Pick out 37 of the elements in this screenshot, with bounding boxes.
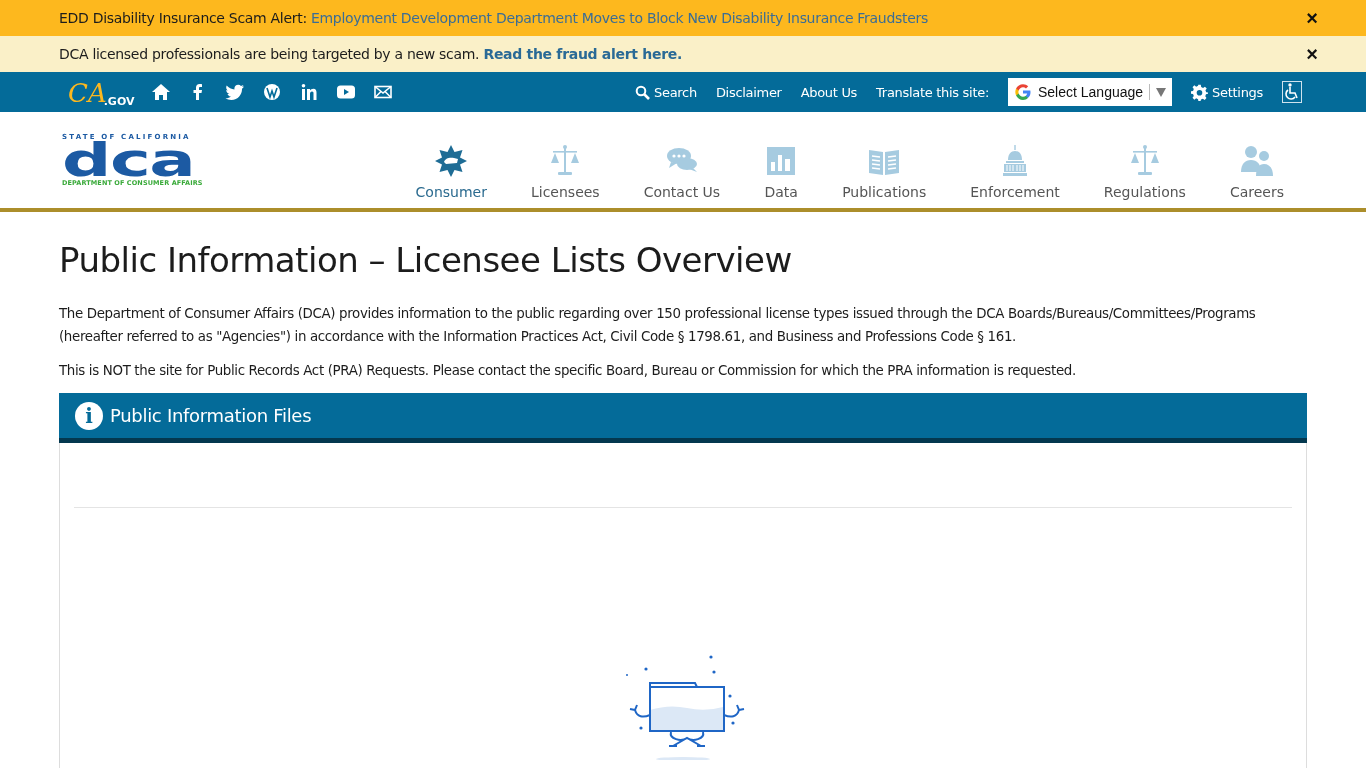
nav-tab[interactable]: Regulations: [1081, 144, 1208, 200]
nav-tab[interactable]: Consumer: [393, 144, 509, 200]
nav-tab[interactable]: Enforcement: [948, 144, 1082, 200]
close-button[interactable]: ×: [1302, 8, 1322, 28]
translate-label: Translate this site:: [876, 84, 989, 100]
caret-icon: [1156, 87, 1167, 97]
paragraph: The Department of Consumer Affairs (DCA) provides information to the public regarding over 150 professional license types issued through the DCA Boards/Bureaus/Committees/Programs (hereafter referred to as "Agencies") in accordance with the Information Practices Act, Civil Code § 1798.61, and Business and Professions Code § 161.: [59, 305, 1257, 346]
g-logo-icon: [1014, 83, 1032, 101]
paragraph: This is NOT the site for Public Records Act (PRA) Requests. Please contact the specific Board, Bureau or Commission for which the PRA information is requested.: [59, 362, 1077, 380]
panel-title: Public Information Files: [110, 405, 312, 426]
nav-tab[interactable]: Careers: [1207, 144, 1306, 200]
people-icon: [1239, 144, 1274, 178]
info-icon: i: [75, 401, 103, 430]
nav-tab[interactable]: Publications: [820, 144, 949, 200]
twitter-icon[interactable]: [225, 83, 246, 101]
youtube-icon[interactable]: [336, 83, 357, 101]
alert-message: EDD Disability Insurance Scam Alert: Employment Development Department Moves to Block New Disability Insurance Fraudsters: [59, 10, 928, 26]
home-icon[interactable]: [151, 83, 172, 101]
alert-link[interactable]: Read the fraud alert here.: [483, 46, 682, 62]
settings-link[interactable]: Settings: [1191, 83, 1263, 101]
nav-tab[interactable]: Contact Us: [621, 144, 743, 200]
email-icon[interactable]: [373, 83, 394, 101]
wordpress-icon[interactable]: [262, 83, 283, 101]
nav-link[interactable]: Disclaimer: [715, 84, 782, 100]
page-title: Public Information – Licensee Lists Overview: [59, 240, 793, 280]
search-link[interactable]: Search: [635, 84, 697, 100]
nav-tab[interactable]: Licensees: [508, 144, 622, 200]
language-select[interactable]: Select Language: [1008, 78, 1173, 106]
accessibility-icon[interactable]: [1282, 81, 1302, 103]
nav-tab[interactable]: Data: [742, 144, 821, 200]
linkedin-icon[interactable]: [299, 83, 320, 101]
nav-link[interactable]: About Us: [800, 84, 858, 100]
star-icon: [434, 144, 469, 178]
settings-icon: [1191, 83, 1209, 101]
search-icon: [635, 84, 650, 100]
alert-message: DCA licensed professionals are being targeted by a new scam. Read the fraud alert here.: [59, 46, 682, 62]
close-button[interactable]: ×: [1302, 44, 1322, 64]
